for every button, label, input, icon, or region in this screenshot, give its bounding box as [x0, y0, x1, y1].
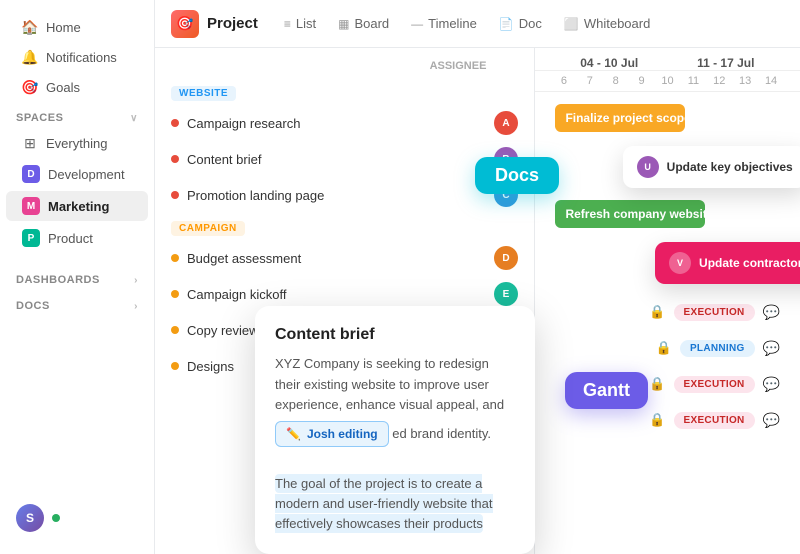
topbar: 🎯 Project ≡ List ▦ Board — Timeline 📄 Do…: [155, 0, 800, 48]
gantt-day: 12: [706, 75, 732, 87]
campaign-badge: CAMPAIGN: [171, 221, 245, 236]
gantt-day: 8: [603, 75, 629, 87]
status-rows: 🔒 EXECUTION 💬 🔒 PLANNING 💬 🔒 EXECUTION 💬: [543, 294, 792, 438]
avatar: U: [637, 156, 659, 178]
user-avatar-area: S: [0, 494, 154, 542]
status-dot: [52, 514, 60, 522]
chevron-right-icon[interactable]: ›: [134, 275, 138, 286]
column-headers: ASSIGNEE: [155, 60, 534, 78]
board-icon: ▦: [338, 17, 349, 31]
gantt-day: 14: [758, 75, 784, 87]
comment-icon[interactable]: 💬: [763, 376, 780, 393]
docs-bubble: Docs: [475, 157, 559, 194]
task-dot: [171, 119, 179, 127]
home-icon: 🏠: [22, 19, 38, 35]
lock-icon: 🔒: [649, 304, 665, 320]
gantt-day: 6: [551, 75, 577, 87]
gantt-bar-finalize[interactable]: Finalize project scope: [555, 104, 684, 132]
status-badge: EXECUTION: [674, 412, 755, 429]
dashboards-section: Dashboards ›: [0, 264, 154, 290]
chevron-right-icon-2[interactable]: ›: [134, 301, 138, 312]
website-badge: WEBSITE: [171, 86, 236, 101]
status-row: 🔒 EXECUTION 💬: [543, 294, 792, 330]
avatar: E: [494, 282, 518, 306]
docs-section: Docs ›: [0, 290, 154, 316]
gantt-label-bubble: Gantt: [565, 372, 648, 409]
docs-card-title: Content brief: [275, 326, 515, 344]
list-icon: ≡: [284, 17, 291, 31]
gantt-tooltip-contractor: V Update contractor agreement: [655, 242, 800, 284]
status-row: 🔒 PLANNING 💬: [543, 330, 792, 366]
grid-icon: ⊞: [22, 135, 38, 151]
sidebar-item-marketing[interactable]: M Marketing: [6, 191, 148, 221]
status-badge: EXECUTION: [674, 376, 755, 393]
gantt-tooltip-objectives: U Update key objectives: [623, 146, 800, 188]
sidebar-item-product[interactable]: P Product: [6, 223, 148, 253]
avatar: D: [494, 246, 518, 270]
sidebar-item-goals[interactable]: 🎯 Goals: [6, 73, 148, 101]
tab-timeline[interactable]: — Timeline: [401, 11, 487, 36]
task-row[interactable]: Campaign research A: [155, 105, 534, 141]
target-icon: 🎯: [22, 79, 38, 95]
marketing-dot: M: [22, 197, 40, 215]
sidebar: 🏠 Home 🔔 Notifications 🎯 Goals Spaces ∨ …: [0, 0, 155, 554]
gantt-day: 7: [577, 75, 603, 87]
lock-icon: 🔒: [656, 340, 672, 356]
gantt-day: 13: [732, 75, 758, 87]
sidebar-item-everything[interactable]: ⊞ Everything: [6, 129, 148, 157]
tab-board[interactable]: ▦ Board: [328, 11, 399, 36]
project-title: Project: [207, 15, 258, 32]
docs-card-text: XYZ Company is seeking to redesign their…: [275, 354, 515, 534]
gantt-week1: 04 - 10 Jul: [551, 56, 668, 70]
gantt-panel: 04 - 10 Jul 11 - 17 Jul 6 7 8 9 10 11 12…: [535, 48, 800, 554]
task-dot: [171, 254, 179, 262]
editing-badge: ✏️ Josh editing: [275, 421, 389, 448]
tab-whiteboard[interactable]: ⬜ Whiteboard: [554, 11, 660, 36]
timeline-icon: —: [411, 17, 423, 31]
main-area: 🎯 Project ≡ List ▦ Board — Timeline 📄 Do…: [155, 0, 800, 554]
gantt-bar-row: V Update contractor agreement: [543, 240, 792, 284]
project-icon: 🎯: [171, 10, 199, 38]
avatar[interactable]: S: [16, 504, 44, 532]
gantt-bar-website[interactable]: Refresh company website: [555, 200, 704, 228]
gantt-day: 11: [680, 75, 706, 87]
gantt-bar-row: Refresh company website: [543, 196, 792, 232]
status-badge: EXECUTION: [674, 304, 755, 321]
task-dot: [171, 362, 179, 370]
bell-icon: 🔔: [22, 49, 38, 65]
comment-icon[interactable]: 💬: [763, 304, 780, 321]
gantt-week2: 11 - 17 Jul: [668, 56, 785, 70]
status-badge: PLANNING: [680, 340, 755, 357]
nav-tabs: ≡ List ▦ Board — Timeline 📄 Doc ⬜ Whiteb…: [274, 11, 660, 36]
task-dot: [171, 326, 179, 334]
task-dot: [171, 290, 179, 298]
development-dot: D: [22, 165, 40, 183]
section-website: WEBSITE Campaign research A Content brie…: [155, 78, 534, 213]
gantt-bar-row: Finalize project scope: [543, 100, 792, 136]
task-row[interactable]: Budget assessment D: [155, 240, 534, 276]
whiteboard-icon: ⬜: [564, 17, 579, 31]
sidebar-item-notifications[interactable]: 🔔 Notifications: [6, 43, 148, 71]
chevron-down-icon[interactable]: ∨: [130, 113, 138, 124]
sidebar-item-home[interactable]: 🏠 Home: [6, 13, 148, 41]
comment-icon[interactable]: 💬: [763, 412, 780, 429]
edit-icon: ✏️: [286, 425, 301, 444]
lock-icon: 🔒: [649, 412, 665, 428]
avatar: A: [494, 111, 518, 135]
spaces-section: Spaces ∨: [0, 102, 154, 128]
lock-icon: 🔒: [649, 376, 665, 392]
gantt-day: 10: [655, 75, 681, 87]
task-dot: [171, 191, 179, 199]
gantt-day: 9: [629, 75, 655, 87]
tab-doc[interactable]: 📄 Doc: [489, 11, 552, 36]
product-dot: P: [22, 229, 40, 247]
docs-card: Content brief XYZ Company is seeking to …: [255, 306, 535, 554]
doc-icon: 📄: [499, 17, 514, 31]
sidebar-item-development[interactable]: D Development: [6, 159, 148, 189]
gantt-bar-row: U Update key objectives: [543, 144, 792, 188]
avatar: V: [669, 252, 691, 274]
comment-icon[interactable]: 💬: [763, 340, 780, 357]
task-dot: [171, 155, 179, 163]
tab-list[interactable]: ≡ List: [274, 11, 326, 36]
